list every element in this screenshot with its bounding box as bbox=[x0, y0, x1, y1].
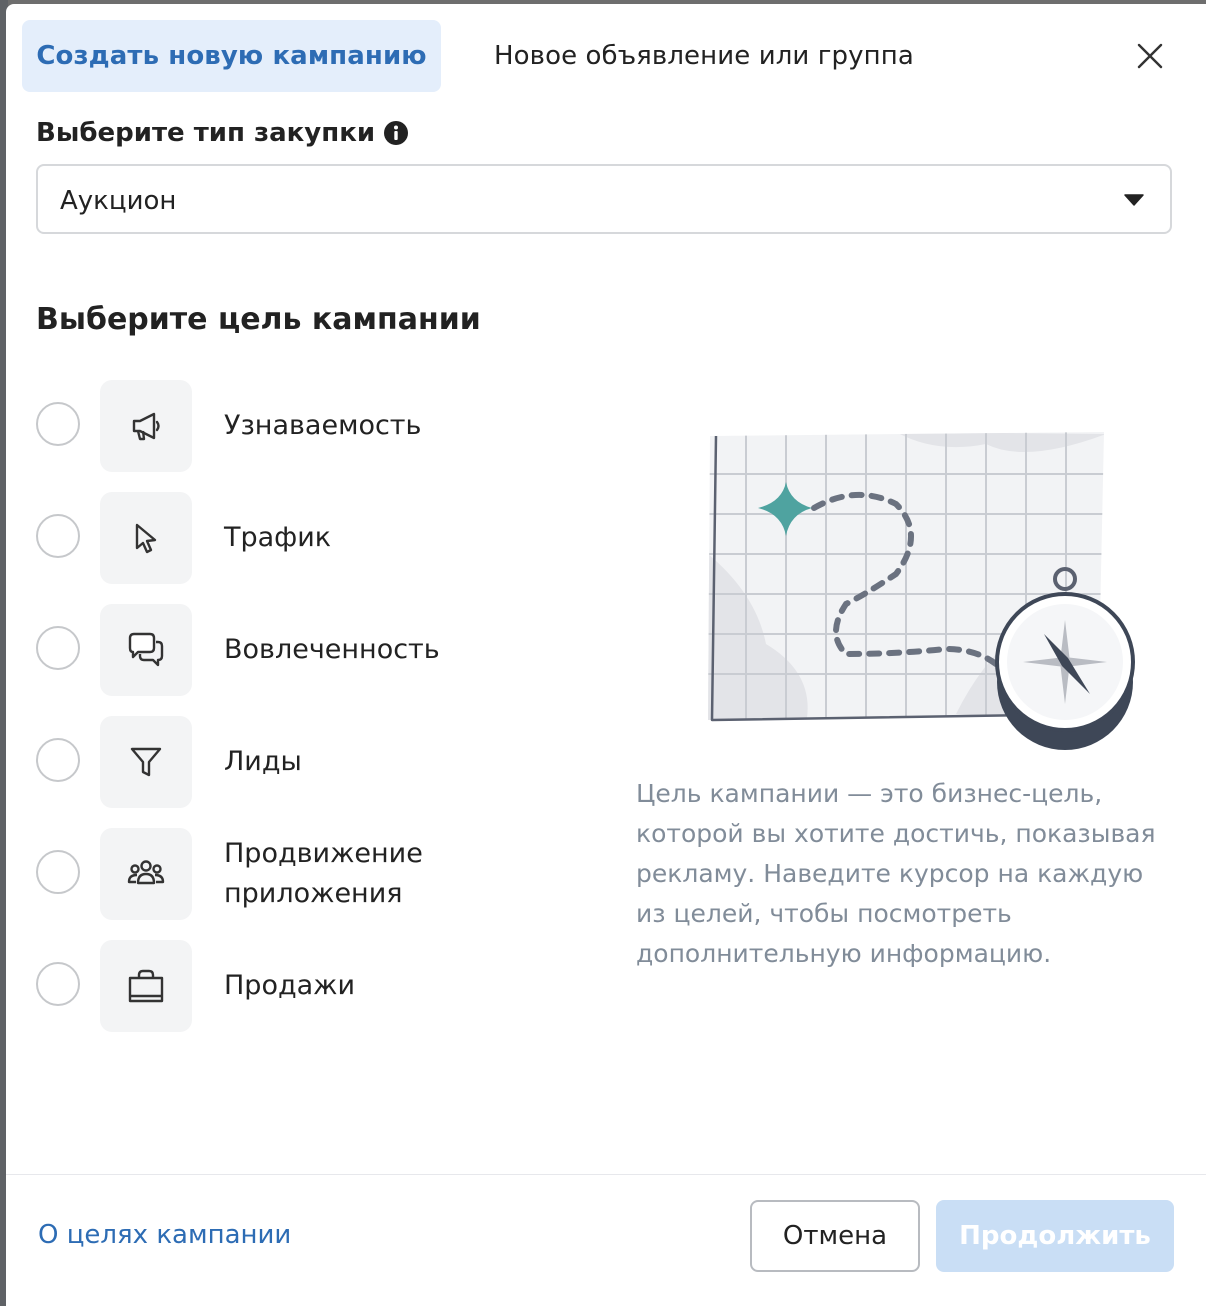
goal-icon-tile bbox=[100, 492, 192, 584]
goal-radio[interactable] bbox=[36, 962, 80, 1006]
goals-heading: Выберите цель кампании bbox=[36, 302, 481, 337]
users-group-icon bbox=[127, 860, 165, 885]
create-campaign-dialog: Создать новую кампанию Новое объявление … bbox=[6, 4, 1206, 1306]
goal-label: Лиды bbox=[224, 746, 302, 777]
about-goals-link[interactable]: О целях кампании bbox=[38, 1220, 291, 1250]
goal-icon-tile bbox=[100, 828, 192, 920]
tab-new-ad-or-group-label: Новое объявление или группа bbox=[494, 41, 914, 71]
info-icon[interactable] bbox=[383, 120, 409, 146]
goal-app-promotion[interactable]: Продвижение приложения bbox=[36, 828, 596, 920]
continue-button-label: Продолжить bbox=[959, 1221, 1151, 1251]
goal-sales[interactable]: Продажи bbox=[36, 940, 596, 1032]
goal-radio[interactable] bbox=[36, 850, 80, 894]
goal-engagement[interactable]: Вовлеченность bbox=[36, 604, 596, 696]
goal-traffic[interactable]: Трафик bbox=[36, 492, 596, 584]
goal-awareness[interactable]: Узнаваемость bbox=[36, 380, 596, 472]
goal-label: Продажи bbox=[224, 970, 356, 1001]
close-button[interactable] bbox=[1132, 38, 1168, 74]
goal-icon-tile bbox=[100, 380, 192, 472]
goal-radio[interactable] bbox=[36, 738, 80, 782]
goal-radio[interactable] bbox=[36, 626, 80, 670]
cursor-icon bbox=[135, 523, 157, 554]
footer-divider bbox=[6, 1174, 1206, 1175]
chevron-down-icon bbox=[1124, 194, 1144, 206]
close-icon bbox=[1137, 43, 1163, 69]
goal-label: Узнаваемость bbox=[224, 410, 422, 441]
tab-create-campaign-label: Создать новую кампанию bbox=[36, 41, 427, 71]
goal-description: Цель кампании — это бизнес-цель, которой… bbox=[636, 779, 1156, 968]
cancel-button-label: Отмена bbox=[782, 1221, 888, 1251]
map-compass-illustration bbox=[708, 432, 1135, 750]
goal-icon-tile bbox=[100, 716, 192, 808]
purchase-type-select[interactable]: Аукцион bbox=[36, 164, 1172, 234]
chat-bubbles-icon bbox=[128, 632, 164, 667]
continue-button[interactable]: Продолжить bbox=[936, 1200, 1174, 1272]
goal-icon-tile bbox=[100, 940, 192, 1032]
tab-new-ad-or-group[interactable]: Новое объявление или группа bbox=[494, 20, 914, 92]
goal-label: Продвижение приложения bbox=[224, 838, 423, 909]
funnel-icon bbox=[130, 747, 162, 777]
purchase-type-label-text: Выберите тип закупки bbox=[36, 118, 376, 148]
purchase-type-label: Выберите тип закупки bbox=[36, 118, 409, 148]
purchase-type-value: Аукцион bbox=[60, 186, 177, 216]
shopping-bag-icon bbox=[128, 969, 164, 1003]
tab-create-campaign[interactable]: Создать новую кампанию bbox=[22, 20, 441, 92]
goal-icon-tile bbox=[100, 604, 192, 696]
goal-radio[interactable] bbox=[36, 514, 80, 558]
goal-leads[interactable]: Лиды bbox=[36, 716, 596, 808]
goal-label: Трафик bbox=[224, 522, 332, 553]
cancel-button[interactable]: Отмена bbox=[750, 1200, 920, 1272]
goal-radio[interactable] bbox=[36, 402, 80, 446]
goal-label: Вовлеченность bbox=[224, 634, 440, 665]
megaphone-icon bbox=[132, 412, 160, 441]
